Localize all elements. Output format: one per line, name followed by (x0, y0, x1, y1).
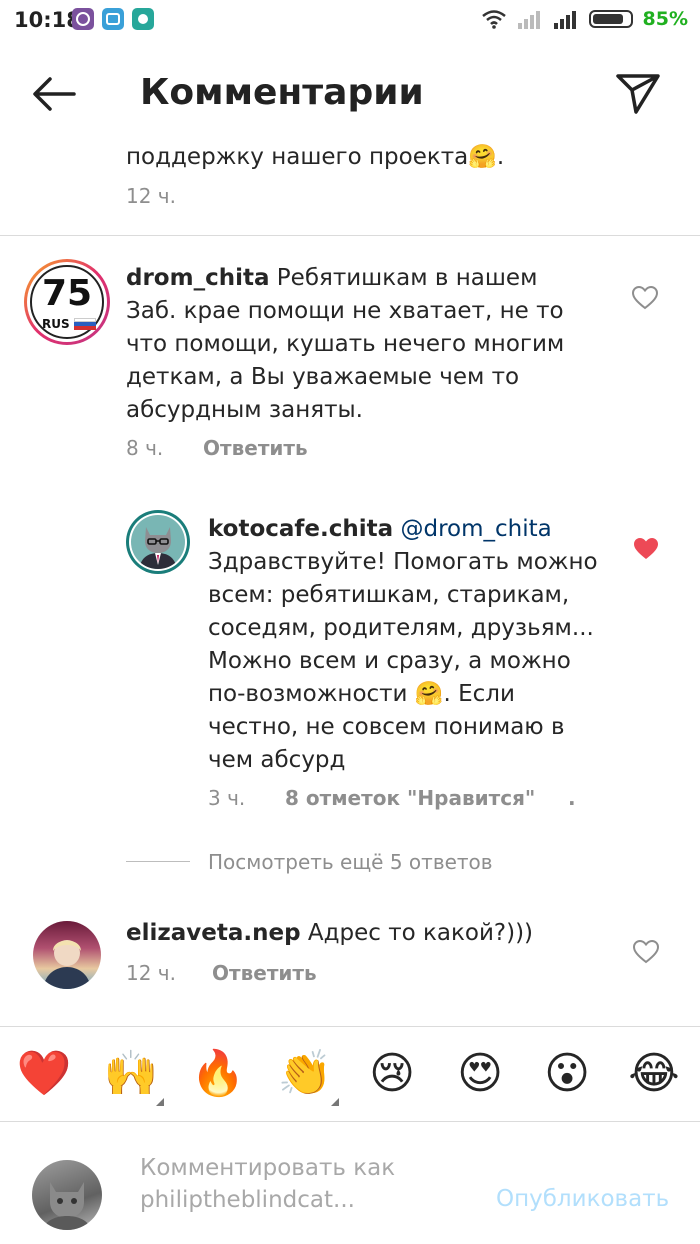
comment-drom-chita: drom_chita Ребятишкам в нашем Заб. крае … (126, 262, 586, 427)
reply-time: 3 ч. (208, 786, 246, 810)
app-icon (132, 8, 154, 30)
avatar-number: 75 (41, 273, 93, 314)
skin-tone-indicator (331, 1098, 339, 1106)
emoji-heart[interactable]: ❤️ (16, 1046, 72, 1102)
skin-tone-indicator (156, 1098, 164, 1106)
heart-outline-icon (632, 939, 660, 964)
battery-icon (588, 10, 633, 28)
cat-photo-icon (42, 1182, 92, 1230)
divider (0, 1026, 700, 1027)
view-more-line (126, 861, 190, 862)
viber-icon (72, 8, 94, 30)
wifi-icon (481, 10, 506, 29)
like-button[interactable] (633, 537, 659, 561)
comment-elizaveta: elizaveta.nep Адрес то какой?))) (126, 917, 533, 950)
emoji-sad[interactable]: 😢 (364, 1046, 420, 1102)
avatar-elizaveta[interactable] (33, 921, 101, 989)
emoji-surprised[interactable]: 😮 (539, 1046, 595, 1102)
username[interactable]: elizaveta.nep (126, 920, 301, 946)
comment-time: 8 ч. (126, 436, 164, 460)
status-time: 10:18 (14, 8, 81, 32)
arrow-left-icon (33, 77, 76, 111)
share-button[interactable] (614, 70, 662, 116)
reply-button[interactable]: Ответить (212, 961, 317, 985)
cat-in-suit-icon (139, 527, 177, 569)
likes-count[interactable]: 8 отметок "Нравится" (285, 786, 535, 810)
divider (0, 235, 700, 236)
russian-flag-icon (74, 318, 96, 330)
emoji-raising-hands[interactable]: 🙌 (103, 1046, 159, 1102)
comment-body: Адрес то какой?))) (300, 920, 534, 946)
paper-plane-icon (616, 74, 660, 114)
heart-filled-icon (634, 538, 658, 559)
comment-input[interactable]: Комментировать как philiptheblindcat... (140, 1152, 480, 1216)
battery-percent: 85% (642, 8, 688, 30)
emoji-fire[interactable]: 🔥 (190, 1046, 246, 1102)
previous-comment-time: 12 ч. (126, 184, 176, 208)
heart-outline-icon (631, 285, 659, 310)
mention-link[interactable]: @drom_chita (393, 516, 551, 542)
emoji-heart-eyes[interactable]: 😍 (452, 1046, 508, 1102)
signal-icon (553, 11, 576, 29)
publish-button[interactable]: Опубликовать (496, 1186, 669, 1212)
status-right: 85% (481, 8, 688, 30)
username[interactable]: drom_chita (126, 265, 269, 291)
messaging-icon (102, 8, 124, 30)
avatar-region: RUS (42, 317, 70, 331)
current-user-avatar (32, 1160, 102, 1230)
avatar-kotocafe[interactable] (126, 510, 190, 574)
emoji-laughing[interactable]: 😂 (626, 1046, 682, 1102)
more-options-dot[interactable]: . (568, 786, 576, 810)
page-title: Комментарии (140, 72, 424, 113)
person-photo-icon (43, 940, 91, 989)
like-button[interactable] (632, 939, 660, 964)
comment-time: 12 ч. (126, 961, 176, 985)
signal-weak-icon (517, 11, 540, 29)
reply-button[interactable]: Ответить (203, 436, 308, 460)
divider (0, 1121, 700, 1122)
previous-comment-text: поддержку нашего проекта🤗. (126, 144, 505, 170)
view-more-replies[interactable]: Посмотреть ещё 5 ответов (208, 850, 493, 874)
back-button[interactable] (30, 74, 80, 114)
avatar-drom-chita[interactable]: 75 RUS (24, 259, 110, 345)
reply-kotocafe: kotocafe.chita @drom_chita Здравствуйте!… (208, 513, 608, 777)
reply-body: Здравствуйте! Помогать можно всем: ребят… (208, 549, 598, 773)
like-button[interactable] (631, 285, 659, 310)
emoji-clapping[interactable]: 👏 (277, 1046, 333, 1102)
username[interactable]: kotocafe.chita (208, 516, 393, 542)
